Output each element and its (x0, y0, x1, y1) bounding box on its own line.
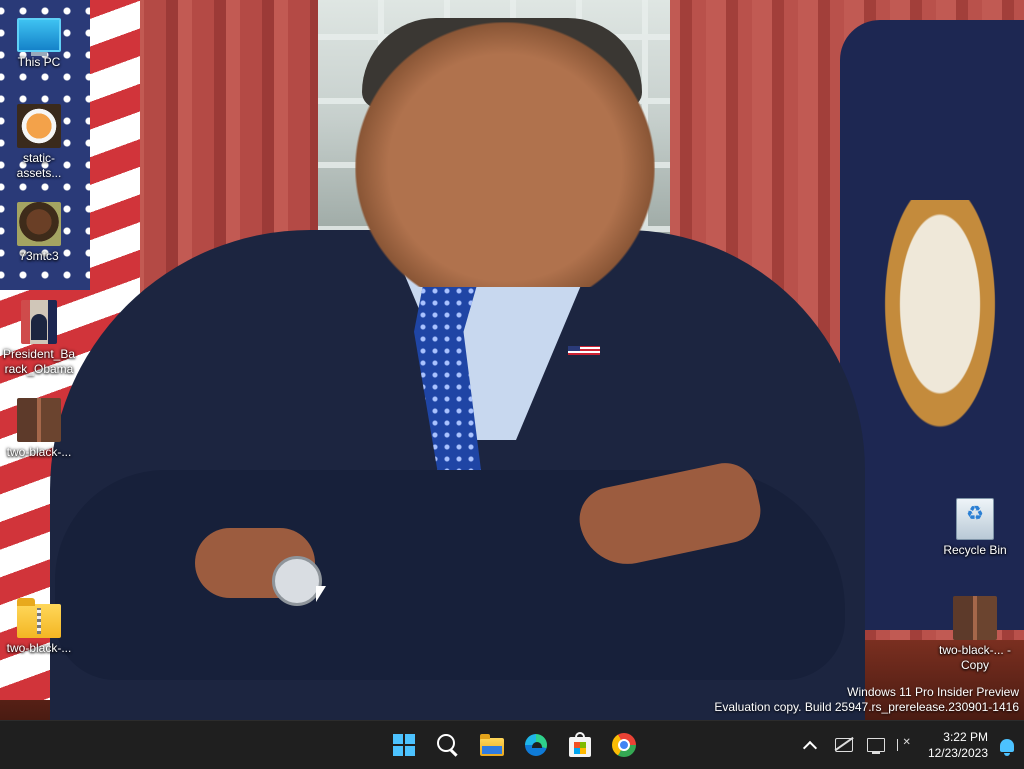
desktop-icon-two-black-zip[interactable]: two-black-... (1, 596, 77, 656)
edge-button[interactable] (516, 725, 556, 765)
desktop-icon-label: two-black-... - Copy (938, 643, 1011, 672)
chrome-button[interactable] (604, 725, 644, 765)
display-button[interactable] (862, 725, 890, 765)
chevron-up-icon (802, 740, 818, 755)
image-thumbnail-icon (953, 596, 997, 640)
image-thumbnail-icon (17, 202, 61, 246)
file-explorer-button[interactable] (472, 725, 512, 765)
image-thumbnail-icon (17, 104, 61, 148)
evaluation-watermark: Windows 11 Pro Insider Preview Evaluatio… (714, 685, 1019, 715)
clock-button[interactable]: 3:22 PM 12/23/2023 (918, 729, 996, 761)
desktop-icon-two-black-image[interactable]: two-black-... (1, 398, 77, 460)
taskbar-apps (384, 725, 644, 765)
mouse-cursor-icon (315, 585, 327, 603)
image-thumbnail-icon (17, 398, 61, 442)
image-thumbnail-icon (21, 300, 57, 344)
desktop-icon-recycle-bin[interactable]: Recycle Bin (937, 498, 1013, 558)
notifications-bell-icon[interactable] (1000, 738, 1014, 756)
this-pc-icon (17, 18, 61, 56)
clock-date: 12/23/2023 (927, 746, 988, 760)
desktop-icon-label: Recycle Bin (943, 543, 1007, 557)
clock-time: 3:22 PM (943, 730, 988, 744)
taskbar: 3:22 PM 12/23/2023 (0, 720, 1024, 769)
wallpaper-flag-pin (568, 346, 600, 355)
desktop-icon-this-pc[interactable]: This PC (1, 10, 77, 70)
edge-icon (525, 734, 547, 756)
start-button[interactable] (384, 725, 424, 765)
system-tray: 3:22 PM 12/23/2023 (796, 721, 1024, 769)
wallpaper-person-head (355, 22, 655, 287)
desktop-wallpaper (0, 0, 1024, 720)
watermark-line-1: Windows 11 Pro Insider Preview (847, 685, 1019, 699)
microsoft-store-icon (569, 732, 591, 757)
microsoft-store-button[interactable] (560, 725, 600, 765)
file-explorer-icon (480, 734, 504, 756)
desktop-icon-two-black-copy[interactable]: two-black-... - Copy (937, 596, 1013, 673)
wallpaper-person-watch (272, 556, 322, 606)
desktop-icon-president-barack-obama[interactable]: President_Barack_Obama (1, 300, 77, 377)
desktop-icon-label: static-assets... (16, 151, 62, 180)
start-icon (393, 734, 415, 756)
search-button[interactable] (428, 725, 468, 765)
chrome-icon (612, 733, 636, 757)
desktop-icon-label: This PC (17, 55, 61, 69)
display-icon (866, 738, 885, 754)
show-hidden-icons-button[interactable] (796, 725, 824, 765)
watermark-line-2: Evaluation copy. Build 25947.rs_prerelea… (714, 700, 1019, 714)
desktop-icon-label: President_Barack_Obama (2, 347, 76, 376)
desktop-icon-label: two-black-... (6, 641, 72, 655)
volume-button[interactable] (890, 725, 918, 765)
desktop-icon-label: two-black-... (6, 445, 72, 459)
network-button[interactable] (830, 725, 858, 765)
zip-folder-icon (17, 598, 61, 638)
network-disconnected-icon (834, 738, 853, 752)
desktop-icon-73mtc3[interactable]: 73mtc3 (1, 202, 77, 264)
desktop-icon-label: 73mtc3 (19, 249, 59, 263)
search-icon (437, 734, 455, 752)
desktop-icon-static-assets[interactable]: static-assets... (1, 104, 77, 181)
recycle-bin-icon (956, 498, 994, 540)
volume-muted-icon (897, 737, 911, 751)
